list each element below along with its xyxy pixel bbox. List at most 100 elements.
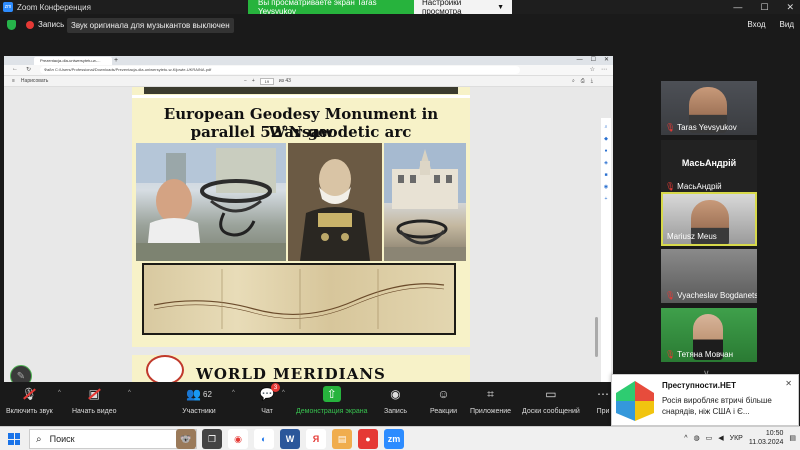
save-icon[interactable]: ⤓	[591, 77, 593, 86]
more-button[interactable]: ⋯ При	[594, 386, 612, 415]
participant-tile[interactable]: МасьАндрій 🎙 МасьАндрій	[661, 140, 757, 194]
browser-sidebar: ⌕ ◆ ● ◈ ■ ◉ +	[601, 118, 611, 382]
page-number-input[interactable]: 19	[259, 78, 274, 85]
network-icon[interactable]: ◍	[694, 434, 700, 442]
sidebar-add-icon[interactable]: +	[605, 196, 608, 202]
share-screen-button[interactable]: ⇧ Демонстрация экрана	[296, 386, 368, 415]
chevron-up-icon[interactable]: ^	[282, 390, 285, 396]
zoom-out-icon[interactable]: −	[244, 77, 247, 86]
browser-minimize-icon[interactable]: —	[577, 56, 583, 65]
view-settings-button[interactable]: Настройки просмотра ▼	[414, 0, 512, 16]
reactions-button[interactable]: ☺ Реакции	[430, 386, 457, 415]
window-title: Zoom Конференция	[17, 2, 91, 12]
chat-button[interactable]: 💬 3 Чат	[258, 383, 280, 415]
sidebar-games-icon[interactable]: ◈	[604, 160, 608, 166]
action-center-icon[interactable]: ▤	[789, 434, 796, 442]
browser-tab[interactable]: Prezentacja-dla-uniwersytetu-w-...	[34, 57, 112, 65]
sidebar-tools-icon[interactable]: ●	[604, 148, 607, 154]
start-video-button[interactable]: ▣ Начать видео	[72, 386, 116, 415]
edge-icon[interactable]: ◐	[254, 429, 274, 449]
taskbar-search[interactable]: ⌕ Поиск	[29, 429, 197, 449]
original-sound-banner[interactable]: Звук оригинала для музыкантов выключен	[67, 18, 234, 33]
minimize-icon[interactable]: —	[733, 2, 742, 12]
mic-muted-icon: 🎙	[665, 350, 676, 359]
chat-icon: 💬 3	[258, 383, 280, 402]
participant-tile[interactable]: 🎙 Taras Yevsyukov	[661, 81, 757, 135]
pdf-viewport[interactable]: European Geodesy Monument in Warsaw para…	[4, 87, 613, 382]
zoom-app-icon[interactable]: zm	[384, 429, 404, 449]
clock[interactable]: 10:50 11.03.2024	[749, 429, 784, 447]
participant-display-name: МасьАндрій	[681, 158, 737, 168]
pdf-app-icon[interactable]: ●	[358, 429, 378, 449]
apps-button[interactable]: ⌗ Приложение	[470, 386, 511, 416]
pdf-slide: European Geodesy Monument in Warsaw para…	[132, 87, 470, 382]
word-icon[interactable]: W	[280, 429, 300, 449]
task-view-icon[interactable]: ❐	[202, 429, 222, 449]
more-icon: ⋯	[597, 387, 609, 401]
unmute-label: Включить звук	[6, 408, 53, 415]
maximize-icon[interactable]: ☐	[760, 2, 768, 13]
mic-muted-icon: 🎙	[665, 123, 676, 132]
unmute-button[interactable]: 🎙 Включить звук	[6, 386, 53, 415]
pdf-toolbar: ≡ Нарисовать − + 19 из 43 ⌕ ⎙ ⤓	[4, 76, 613, 87]
share-screen-icon: ⇧	[322, 386, 341, 402]
sidebar-search-icon[interactable]: ⌕	[605, 124, 608, 130]
sidebar-office-icon[interactable]: ■	[604, 172, 607, 178]
windows-start-icon[interactable]	[8, 433, 20, 445]
reload-icon[interactable]: ↻	[26, 66, 31, 73]
menu-icon[interactable]: ≡	[12, 77, 15, 86]
new-tab-icon[interactable]: +	[114, 56, 118, 65]
chrome-icon[interactable]: ◉	[228, 429, 248, 449]
apps-icon: ⌗	[487, 386, 494, 401]
search-placeholder: Поиск	[49, 434, 75, 444]
sidebar-outlook-icon[interactable]: ◉	[604, 184, 608, 190]
star-icon[interactable]: ☆	[590, 66, 595, 73]
back-icon[interactable]: ←	[12, 66, 18, 73]
browser-window: Prezentacja-dla-uniwersytetu-w-... + — ☐…	[4, 56, 613, 382]
participants-count: 62	[203, 389, 212, 399]
slide-separator	[132, 95, 470, 98]
chevron-up-icon[interactable]: ^	[232, 390, 235, 396]
pdf-scrollbar[interactable]	[595, 317, 598, 357]
sidebar-bookmark-icon[interactable]: ◆	[604, 136, 608, 142]
record-label: Запись	[384, 408, 407, 415]
participant-tile-active-speaker[interactable]: Mariusz Meus	[661, 192, 757, 246]
notification-title: Преступности.НЕТ	[662, 381, 736, 390]
koala-widget-icon[interactable]: 🐨	[176, 429, 196, 449]
browser-maximize-icon[interactable]: ☐	[591, 56, 596, 65]
participant-tile[interactable]: 🎙 Тетяна Мовчан	[661, 308, 757, 362]
more-icon[interactable]: ⋯	[601, 66, 607, 73]
view-button[interactable]: Вид	[780, 20, 794, 29]
search-icon[interactable]: ⌕	[572, 77, 575, 86]
shield-icon[interactable]	[7, 20, 16, 30]
battery-icon[interactable]: ▭	[706, 434, 713, 442]
chevron-up-icon[interactable]: ^	[128, 390, 131, 396]
draw-button[interactable]: Нарисовать	[21, 77, 48, 86]
portrait-photo	[288, 143, 382, 261]
yandex-icon[interactable]: Я	[306, 429, 326, 449]
url-field[interactable]: Файл C:/Users/Professional/Downloads/Pre…	[40, 66, 520, 74]
language-indicator[interactable]: УКР	[730, 435, 743, 442]
url-prefix: Файл	[44, 67, 54, 72]
participants-button[interactable]: 👥 62 Участники	[182, 386, 216, 415]
record-label[interactable]: Запись	[38, 20, 64, 29]
close-icon[interactable]: ✕	[785, 379, 792, 388]
explorer-icon[interactable]: ▤	[332, 429, 352, 449]
share-screen-label: Демонстрация экрана	[296, 408, 368, 415]
notifications-icon[interactable]: ^	[684, 435, 687, 442]
participant-tile[interactable]: 🎙 Vyacheslav Bogdanets	[661, 249, 757, 303]
whiteboard-button[interactable]: ▭ Доски сообщений	[522, 386, 580, 415]
monument-photo	[136, 143, 286, 261]
record-button[interactable]: ◉ Запись	[384, 386, 407, 415]
volume-icon[interactable]: ◀	[718, 434, 723, 442]
login-button[interactable]: Вход	[747, 20, 765, 29]
search-icon: ⌕	[36, 433, 42, 445]
smile-icon: ☺	[437, 387, 450, 401]
print-icon[interactable]: ⎙	[581, 77, 585, 86]
zoom-in-icon[interactable]: +	[252, 77, 255, 86]
browser-close-icon[interactable]: ✕	[604, 56, 609, 65]
news-notification[interactable]: Преступности.НЕТ Росія виробляє втричі б…	[611, 374, 799, 426]
previous-slide-strip	[144, 87, 458, 94]
chevron-up-icon[interactable]: ^	[58, 390, 61, 396]
close-icon[interactable]: ✕	[786, 2, 794, 13]
